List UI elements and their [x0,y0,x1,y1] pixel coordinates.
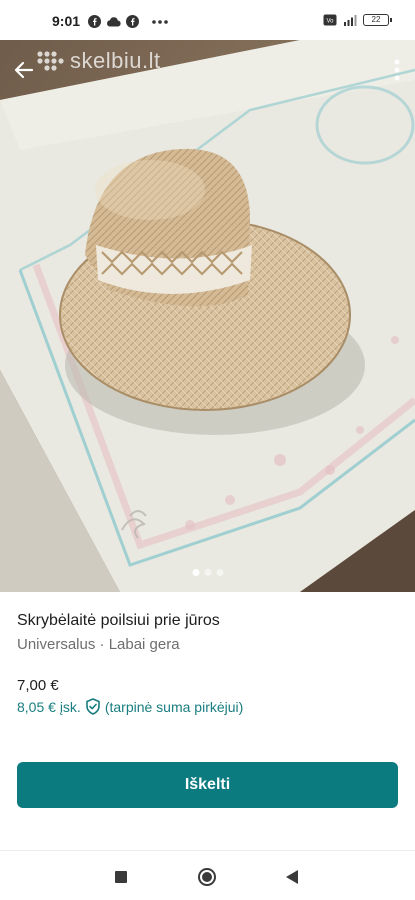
shield-check-icon [86,698,100,715]
home-button[interactable] [195,865,219,889]
listing-title: Skrybėlaitė poilsiui prie jūros [17,612,220,629]
circle-home-icon [198,868,216,886]
back-nav-button[interactable] [280,865,304,889]
facebook-icon [88,15,101,28]
status-time: 9:01 [52,13,81,29]
listing-subtitle: Universalus · Labai gera [17,636,180,653]
back-button[interactable] [10,56,38,84]
hat-photo-image [0,40,415,592]
volte-icon: Vo [323,14,337,26]
battery-icon: 22 [363,14,392,26]
cloud-icon [107,17,121,27]
more-dots-icon [152,19,168,24]
buyer-price: 8,05 € įsk. [17,698,81,715]
buyer-price-note: (tarpinė suma pirkėjui) [104,698,244,715]
system-nav-bar [0,850,415,900]
more-options-button[interactable] [387,56,407,84]
pagination-dot[interactable] [204,569,211,576]
promote-button[interactable]: Iškelti [17,762,398,808]
more-vertical-icon [394,59,400,81]
pagination-dot[interactable] [216,569,223,576]
listing-photo[interactable]: skelbiu.lt [0,40,415,592]
notification-icons [88,15,168,28]
facebook-icon [126,15,139,28]
pagination-dot[interactable] [192,569,199,576]
square-icon [115,871,127,883]
listing-price: 7,00 € [17,677,59,694]
svg-text:Vo: Vo [326,19,334,25]
arrow-left-icon [14,61,34,79]
recents-button[interactable] [109,865,133,889]
skelbiu-logo-icon [37,51,64,71]
system-icons: Vo 22 [323,14,392,26]
photo-pagination [192,569,223,576]
signal-icon [344,15,357,26]
buyer-price-info[interactable]: 8,05 € įsk. (tarpinė suma pirkėjui) [17,698,243,715]
triangle-back-icon [286,870,298,884]
watermark-text: skelbiu.lt [70,48,161,73]
watermark: skelbiu.lt [36,48,161,74]
status-bar: 9:01 Vo 22 [0,0,415,40]
